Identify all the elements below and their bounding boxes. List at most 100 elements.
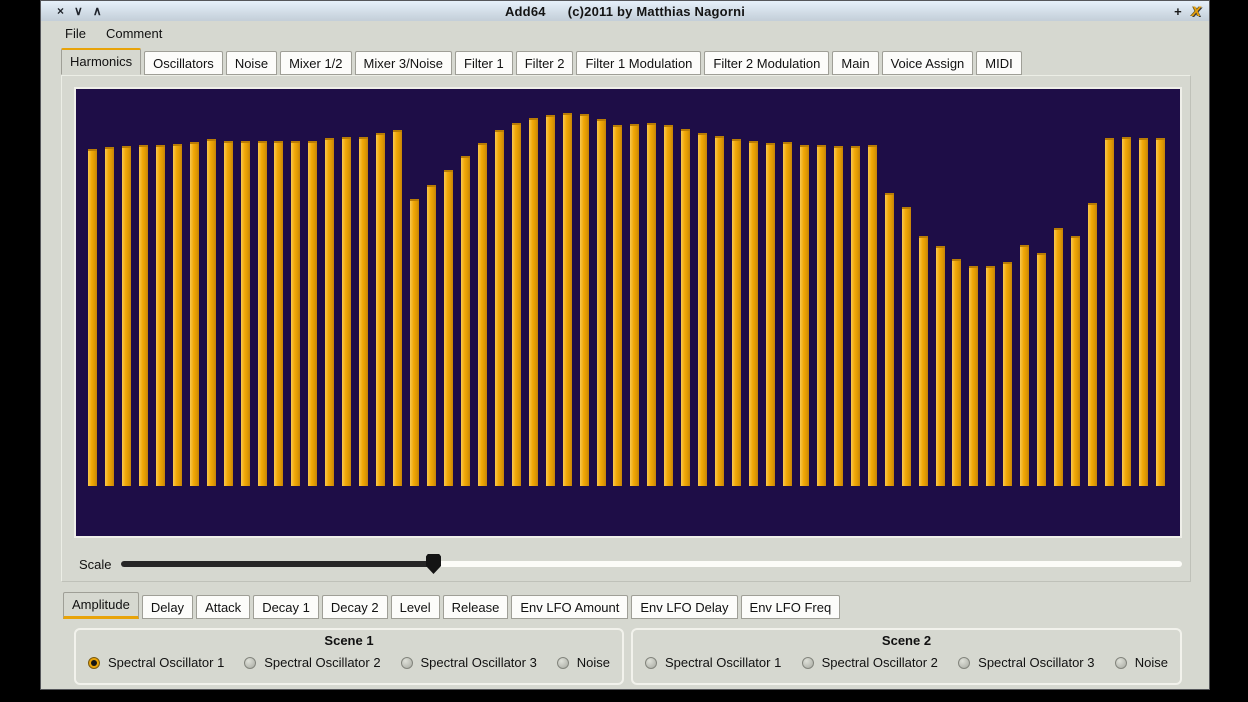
harmonic-bar-42[interactable] (783, 142, 792, 486)
radio-icon[interactable] (802, 657, 814, 669)
env-tab-decay-1[interactable]: Decay 1 (253, 595, 319, 619)
harmonic-bar-52[interactable] (952, 259, 961, 486)
scene-2-option-spectral-oscillator-2[interactable]: Spectral Oscillator 2 (802, 655, 938, 670)
harmonic-bar-64[interactable] (1156, 138, 1165, 486)
env-tab-attack[interactable]: Attack (196, 595, 250, 619)
harmonics-chart[interactable] (74, 87, 1182, 538)
harmonic-bar-19[interactable] (393, 130, 402, 486)
tab-main[interactable]: Main (832, 51, 878, 75)
harmonic-bar-34[interactable] (647, 123, 656, 486)
harmonic-bar-47[interactable] (868, 145, 877, 486)
harmonic-bar-54[interactable] (986, 266, 995, 486)
tab-filter-1-modulation[interactable]: Filter 1 Modulation (576, 51, 701, 75)
harmonic-bar-63[interactable] (1139, 138, 1148, 486)
harmonic-bar-40[interactable] (749, 141, 758, 486)
harmonic-bar-36[interactable] (681, 129, 690, 486)
env-tab-decay-2[interactable]: Decay 2 (322, 595, 388, 619)
harmonic-bar-24[interactable] (478, 143, 487, 486)
env-tab-env-lfo-freq[interactable]: Env LFO Freq (741, 595, 841, 619)
scene-1-option-spectral-oscillator-3[interactable]: Spectral Oscillator 3 (401, 655, 537, 670)
harmonic-bar-33[interactable] (630, 124, 639, 486)
harmonic-bar-35[interactable] (664, 125, 673, 486)
harmonic-bar-31[interactable] (597, 119, 606, 486)
harmonic-bar-51[interactable] (936, 246, 945, 486)
harmonic-bar-1[interactable] (88, 149, 97, 486)
harmonic-bar-25[interactable] (495, 130, 504, 486)
harmonic-bar-27[interactable] (529, 118, 538, 486)
harmonic-bar-18[interactable] (376, 133, 385, 486)
tab-noise[interactable]: Noise (226, 51, 277, 75)
harmonic-bar-61[interactable] (1105, 138, 1114, 486)
radio-icon[interactable] (244, 657, 256, 669)
scene-2-option-noise[interactable]: Noise (1115, 655, 1168, 670)
tab-mixer-3-noise[interactable]: Mixer 3/Noise (355, 51, 452, 75)
scene-2-option-spectral-oscillator-1[interactable]: Spectral Oscillator 1 (645, 655, 781, 670)
harmonic-bar-32[interactable] (613, 125, 622, 486)
env-tab-env-lfo-amount[interactable]: Env LFO Amount (511, 595, 628, 619)
harmonic-bar-62[interactable] (1122, 137, 1131, 486)
harmonic-bar-46[interactable] (851, 146, 860, 486)
scale-slider-fill[interactable] (121, 561, 433, 567)
harmonic-bar-2[interactable] (105, 147, 114, 486)
harmonic-bar-3[interactable] (122, 146, 131, 486)
radio-icon[interactable] (557, 657, 569, 669)
harmonic-bar-56[interactable] (1020, 245, 1029, 486)
env-tab-level[interactable]: Level (391, 595, 440, 619)
harmonic-bar-16[interactable] (342, 137, 351, 486)
radio-icon[interactable] (958, 657, 970, 669)
harmonic-bar-30[interactable] (580, 114, 589, 486)
harmonic-bar-45[interactable] (834, 146, 843, 486)
harmonic-bar-57[interactable] (1037, 253, 1046, 486)
env-tab-amplitude[interactable]: Amplitude (63, 592, 139, 619)
tab-filter-2-modulation[interactable]: Filter 2 Modulation (704, 51, 829, 75)
harmonic-bar-26[interactable] (512, 123, 521, 486)
harmonic-bar-55[interactable] (1003, 262, 1012, 486)
harmonic-bar-28[interactable] (546, 115, 555, 486)
harmonic-bar-38[interactable] (715, 136, 724, 486)
env-tab-delay[interactable]: Delay (142, 595, 193, 619)
harmonic-bar-22[interactable] (444, 170, 453, 486)
harmonic-bar-60[interactable] (1088, 203, 1097, 486)
radio-icon[interactable] (645, 657, 657, 669)
tab-midi[interactable]: MIDI (976, 51, 1021, 75)
harmonic-bar-12[interactable] (274, 141, 283, 486)
harmonic-bar-13[interactable] (291, 141, 300, 486)
harmonic-bar-58[interactable] (1054, 228, 1063, 486)
harmonic-bar-15[interactable] (325, 138, 334, 486)
harmonic-bar-9[interactable] (224, 141, 233, 486)
radio-icon[interactable] (1115, 657, 1127, 669)
scene-2-option-spectral-oscillator-3[interactable]: Spectral Oscillator 3 (958, 655, 1094, 670)
harmonic-bar-17[interactable] (359, 137, 368, 486)
harmonic-bar-50[interactable] (919, 236, 928, 486)
tab-filter-1[interactable]: Filter 1 (455, 51, 513, 75)
harmonic-bar-44[interactable] (817, 145, 826, 486)
harmonic-bar-29[interactable] (563, 113, 572, 486)
harmonic-bar-37[interactable] (698, 133, 707, 486)
scene-1-option-spectral-oscillator-2[interactable]: Spectral Oscillator 2 (244, 655, 380, 670)
tab-voice-assign[interactable]: Voice Assign (882, 51, 974, 75)
tab-oscillators[interactable]: Oscillators (144, 51, 223, 75)
harmonic-bar-20[interactable] (410, 199, 419, 486)
tab-harmonics[interactable]: Harmonics (61, 48, 141, 75)
harmonic-bar-10[interactable] (241, 141, 250, 486)
harmonic-bar-53[interactable] (969, 266, 978, 486)
scene-1-option-spectral-oscillator-1[interactable]: Spectral Oscillator 1 (88, 655, 224, 670)
harmonic-bar-43[interactable] (800, 145, 809, 486)
env-tab-env-lfo-delay[interactable]: Env LFO Delay (631, 595, 737, 619)
harmonic-bar-14[interactable] (308, 141, 317, 486)
menu-comment[interactable]: Comment (104, 24, 164, 43)
harmonic-bar-11[interactable] (258, 141, 267, 486)
radio-icon[interactable] (88, 657, 100, 669)
harmonic-bar-8[interactable] (207, 139, 216, 486)
harmonic-bar-7[interactable] (190, 142, 199, 486)
harmonic-bar-49[interactable] (902, 207, 911, 486)
title-bar[interactable]: × ∨ ∧ Add64(c)2011 by Matthias Nagorni +… (41, 1, 1209, 21)
radio-icon[interactable] (401, 657, 413, 669)
harmonic-bar-6[interactable] (173, 144, 182, 486)
tab-mixer-1-2[interactable]: Mixer 1/2 (280, 51, 351, 75)
harmonic-bar-5[interactable] (156, 145, 165, 486)
harmonic-bar-21[interactable] (427, 185, 436, 486)
harmonic-bar-59[interactable] (1071, 236, 1080, 486)
scene-1-option-noise[interactable]: Noise (557, 655, 610, 670)
menu-file[interactable]: File (63, 24, 88, 43)
